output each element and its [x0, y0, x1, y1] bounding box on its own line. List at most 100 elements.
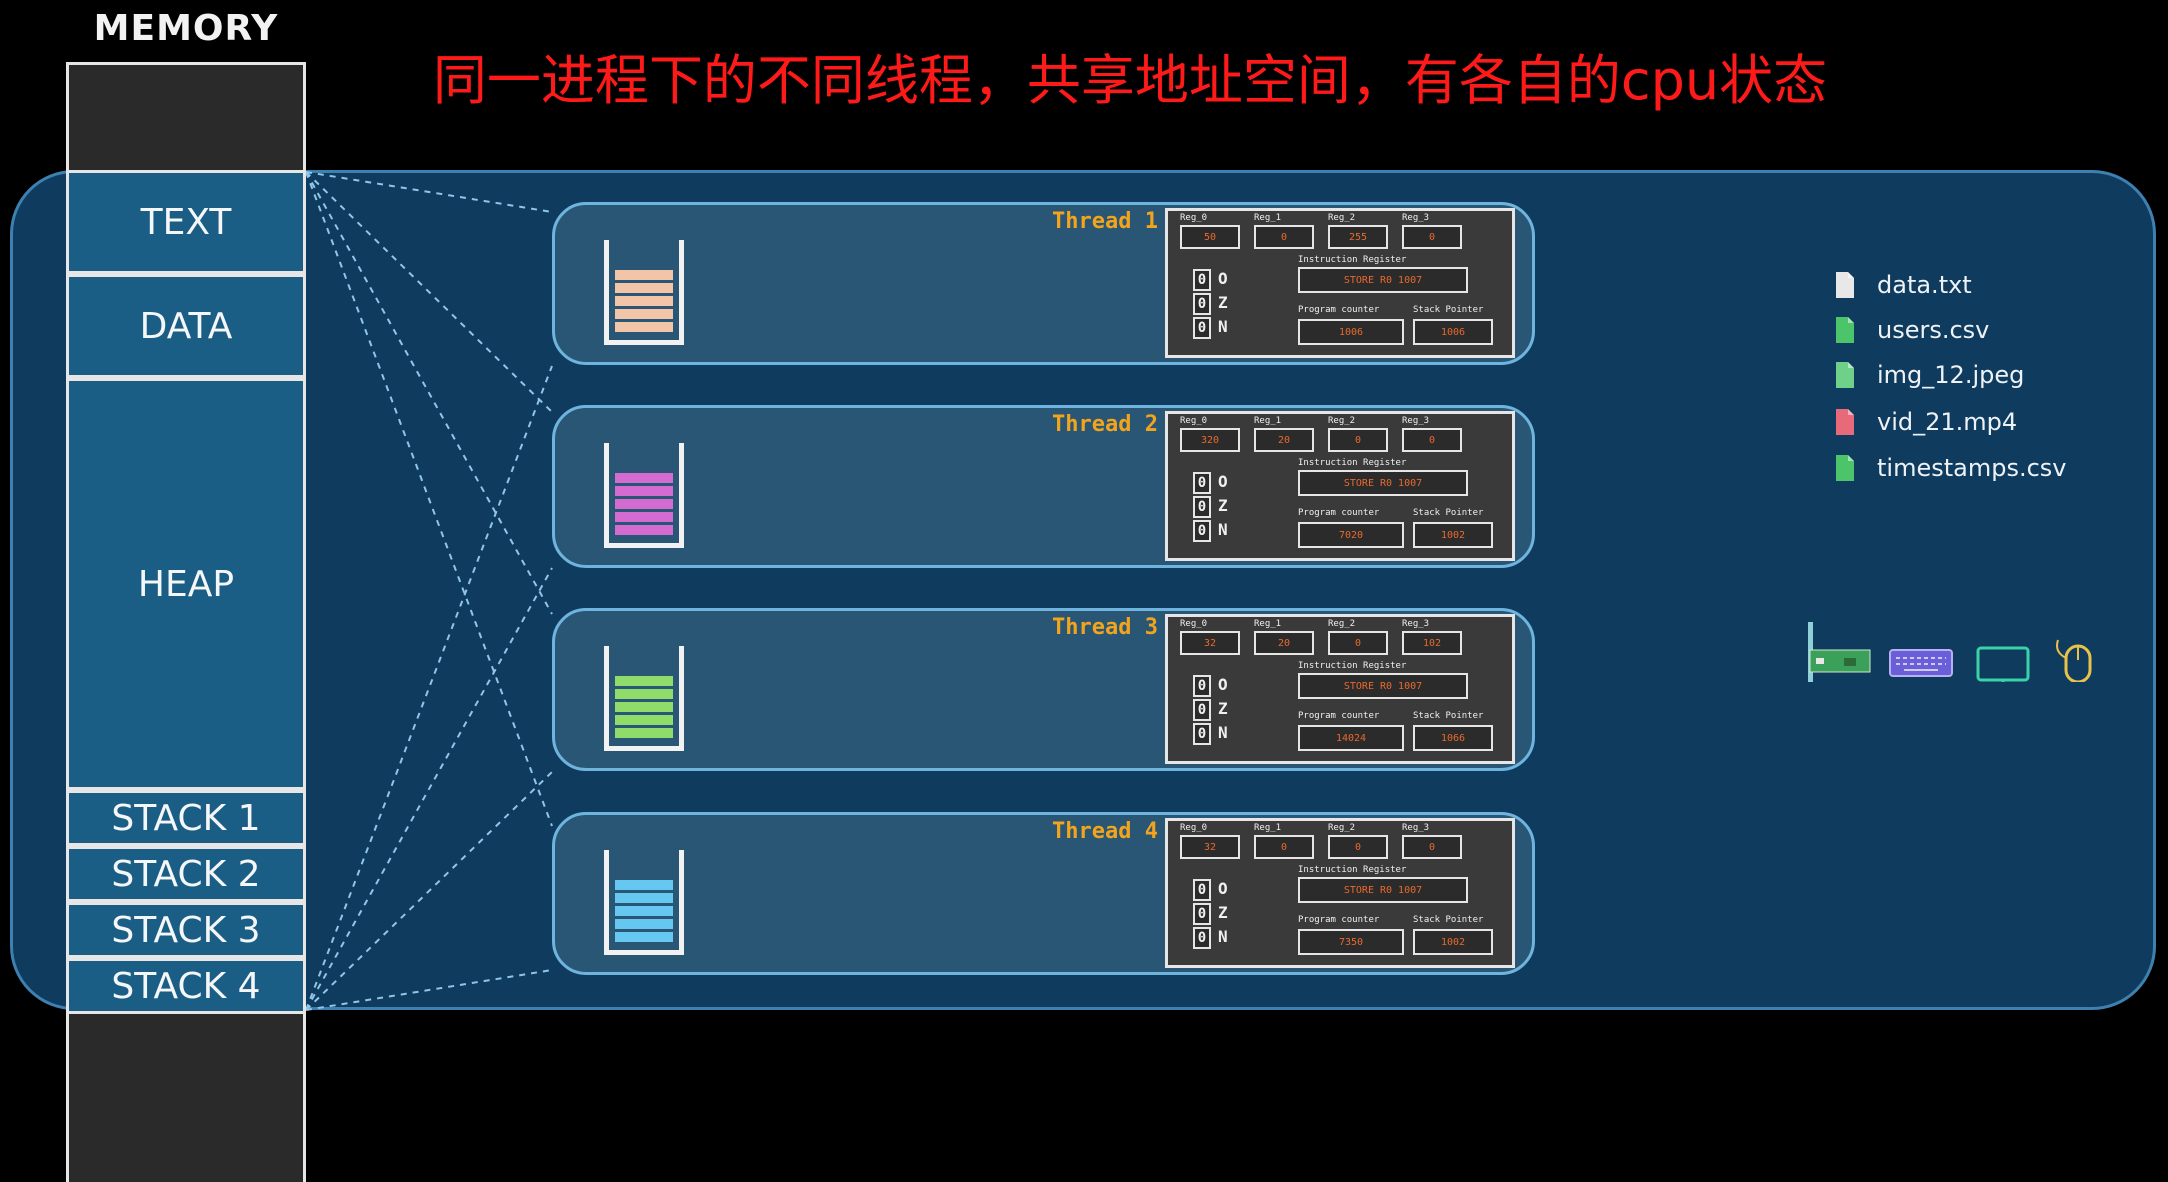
flag-n-value: 0: [1193, 317, 1211, 339]
flag-z-label: Z: [1218, 496, 1228, 515]
cpu-state-panel: Reg_0 Reg_1 Reg_2 Reg_3 50 0 255 0 0 0 0…: [1165, 208, 1515, 358]
reg2-value: 0: [1328, 835, 1388, 859]
thread-stack-icon: [604, 240, 684, 345]
stack-frame-bar: [615, 322, 673, 332]
cpu-state-panel: Reg_0 Reg_1 Reg_2 Reg_3 320 20 0 0 0 0 0…: [1165, 411, 1515, 561]
flag-o-value: 0: [1193, 472, 1211, 494]
file-item: img_12.jpeg: [1835, 358, 2024, 392]
flag-n-label: N: [1218, 317, 1228, 336]
spreadsheet-icon: [1835, 316, 1855, 344]
stack-frame-bar: [615, 932, 673, 942]
stack-frame-bar: [615, 283, 673, 293]
program-counter-label: Program counter: [1298, 305, 1380, 315]
stack-frame-bar: [615, 270, 673, 280]
flag-o-value: 0: [1193, 269, 1211, 291]
reg2-label: Reg_2: [1328, 823, 1356, 833]
flag-n-label: N: [1218, 723, 1228, 742]
stack-frame-bar: [615, 702, 673, 712]
stack-frame-bar: [615, 473, 673, 483]
program-counter-value: 7350: [1298, 929, 1404, 955]
flag-z-value: 0: [1193, 496, 1211, 518]
stack-frame-bar: [615, 906, 673, 916]
flag-column: 0 0 0: [1193, 675, 1211, 747]
file-item: data.txt: [1835, 268, 1972, 302]
reg1-label: Reg_1: [1254, 619, 1282, 629]
mouse-icon: [2056, 639, 2092, 682]
document-icon: [1835, 271, 1855, 299]
instruction-register-label: Instruction Register: [1298, 865, 1407, 875]
instruction-register-label: Instruction Register: [1298, 661, 1407, 671]
reg3-value: 0: [1402, 835, 1462, 859]
instruction-register-label: Instruction Register: [1298, 458, 1407, 468]
program-counter-label: Program counter: [1298, 508, 1380, 518]
image-icon: [1835, 361, 1855, 389]
reg1-label: Reg_1: [1254, 823, 1282, 833]
stack-frame-bar: [615, 715, 673, 725]
program-counter-value: 14024: [1298, 725, 1404, 751]
devices-row: [1804, 622, 2104, 682]
reg2-value: 0: [1328, 428, 1388, 452]
thread-card-2: Thread 2 Reg_0 Reg_1 Reg_2 Reg_3 320 20 …: [552, 405, 1535, 568]
stack-frame-bar: [615, 728, 673, 738]
stack-frame-bar: [615, 486, 673, 496]
file-item: users.csv: [1835, 313, 1989, 347]
flag-z-label: Z: [1218, 293, 1228, 312]
reg0-value: 32: [1180, 835, 1240, 859]
reg0-value: 320: [1180, 428, 1240, 452]
stack-pointer-label: Stack Pointer: [1413, 711, 1484, 721]
flag-n-label: N: [1218, 927, 1228, 946]
reg1-value: 20: [1254, 631, 1314, 655]
stack-frame-bar: [615, 893, 673, 903]
reg2-value: 255: [1328, 225, 1388, 249]
reg2-label: Reg_2: [1328, 619, 1356, 629]
stack-frame-bar: [615, 296, 673, 306]
spreadsheet-icon: [1835, 454, 1855, 482]
reg2-label: Reg_2: [1328, 416, 1356, 426]
segment-stack-2: STACK 2: [66, 846, 306, 902]
network-card-icon: [1808, 622, 1871, 682]
instruction-register-value: STORE R0 1007: [1298, 673, 1468, 699]
thread-stack-icon: [604, 850, 684, 955]
reg1-label: Reg_1: [1254, 213, 1282, 223]
instruction-register-value: STORE R0 1007: [1298, 470, 1468, 496]
segment-stack-1: STACK 1: [66, 790, 306, 846]
instruction-register-label: Instruction Register: [1298, 255, 1407, 265]
flag-z-value: 0: [1193, 903, 1211, 925]
reg2-label: Reg_2: [1328, 213, 1356, 223]
reg3-label: Reg_3: [1402, 619, 1430, 629]
segment-stack-3: STACK 3: [66, 902, 306, 958]
connector-lines: [305, 171, 553, 1011]
reg1-value: 20: [1254, 428, 1314, 452]
flag-o-value: 0: [1193, 879, 1211, 901]
stack-frame-bar: [615, 499, 673, 509]
flag-column: 0 0 0: [1193, 472, 1211, 544]
reg1-value: 0: [1254, 835, 1314, 859]
flag-o-label: O: [1218, 269, 1228, 288]
thread-card-3: Thread 3 Reg_0 Reg_1 Reg_2 Reg_3 32 20 0…: [552, 608, 1535, 771]
thread-stack-icon: [604, 443, 684, 548]
stack-frame-bar: [615, 676, 673, 686]
reg0-value: 32: [1180, 631, 1240, 655]
file-item: vid_21.mp4: [1835, 405, 2017, 439]
flag-n-value: 0: [1193, 520, 1211, 542]
cpu-state-panel: Reg_0 Reg_1 Reg_2 Reg_3 32 0 0 0 0 0 0 O…: [1165, 818, 1515, 968]
flag-z-value: 0: [1193, 293, 1211, 315]
stack-frame-bar: [615, 512, 673, 522]
reg0-label: Reg_0: [1180, 619, 1208, 629]
flag-n-value: 0: [1193, 723, 1211, 745]
video-icon: [1835, 408, 1855, 436]
file-name: timestamps.csv: [1877, 454, 2067, 482]
file-name: users.csv: [1877, 316, 1990, 344]
monitor-icon: [1976, 646, 2030, 682]
program-counter-label: Program counter: [1298, 915, 1380, 925]
flag-column: 0 0 0: [1193, 879, 1211, 951]
reg1-value: 0: [1254, 225, 1314, 249]
reg3-value: 102: [1402, 631, 1462, 655]
flag-o-label: O: [1218, 675, 1228, 694]
cpu-state-panel: Reg_0 Reg_1 Reg_2 Reg_3 32 20 0 102 0 0 …: [1165, 614, 1515, 764]
stack-frame-bar: [615, 880, 673, 890]
segment-text: TEXT: [66, 170, 306, 274]
stack-pointer-label: Stack Pointer: [1413, 305, 1484, 315]
stack-pointer-label: Stack Pointer: [1413, 915, 1484, 925]
program-counter-label: Program counter: [1298, 711, 1380, 721]
